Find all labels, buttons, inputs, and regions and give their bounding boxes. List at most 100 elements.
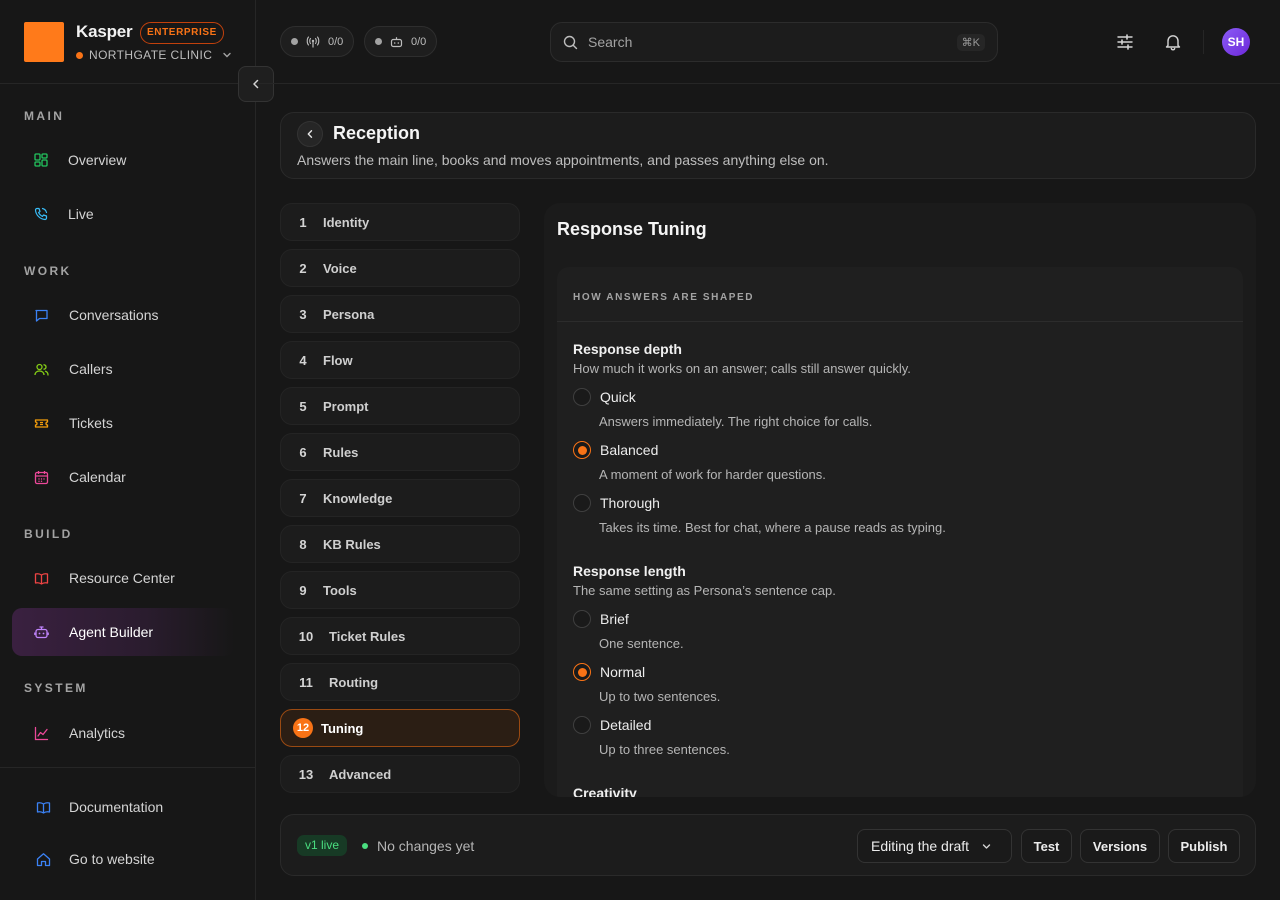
step-advanced[interactable]: 13 Advanced [280, 755, 520, 793]
option-description: One sentence. [599, 636, 684, 651]
step-label: Ticket Rules [329, 628, 406, 644]
brand[interactable]: Kasper ENTERPRISE NORTHGATE CLINIC [24, 22, 244, 62]
step-label: Knowledge [323, 490, 393, 506]
plan-badge: ENTERPRISE [140, 22, 224, 44]
radio-button[interactable] [573, 388, 591, 406]
step-rules[interactable]: 6 Rules [280, 433, 520, 471]
bot-icon [34, 625, 49, 638]
publish-bar: v1 live No changes yet Editing the draft… [280, 814, 1256, 876]
step-number: 7 [299, 490, 307, 506]
chevron-down-icon [223, 52, 232, 58]
collapse-sidebar-button[interactable] [238, 66, 274, 102]
sidebar-item-label: Calendar [69, 469, 126, 485]
versions-button[interactable]: Versions [1080, 829, 1160, 863]
length-option-brief[interactable]: Brief [573, 609, 1173, 629]
step-routing[interactable]: 11 Routing [280, 663, 520, 701]
creativity-title: Creativity [573, 785, 637, 797]
divider [0, 767, 256, 768]
section-main: MAIN [24, 109, 65, 123]
divider [557, 321, 1243, 322]
sliders-icon [1117, 34, 1133, 50]
back-button[interactable] [297, 121, 323, 147]
sidebar-item-conversations[interactable]: Conversations [12, 291, 234, 339]
bot-icon [390, 36, 403, 47]
agents-count: 0/0 [411, 35, 427, 48]
length-option-detailed[interactable]: Detailed [573, 715, 1173, 735]
org-switcher[interactable]: NORTHGATE CLINIC [76, 48, 232, 62]
divider [256, 83, 1280, 84]
edit-mode-value: Editing the draft [871, 838, 970, 854]
option-description: A moment of work for harder questions. [599, 467, 826, 482]
sidebar-item-overview[interactable]: Overview [12, 136, 234, 184]
notifications-button[interactable] [1161, 30, 1185, 54]
option-description: Answers immediately. The right choice fo… [599, 414, 873, 429]
changes-status: No changes yet [377, 838, 475, 854]
option-description: Up to two sentences. [599, 689, 721, 704]
step-tuning[interactable]: 12 Tuning [280, 709, 520, 747]
depth-option-balanced[interactable]: Balanced [573, 440, 1173, 460]
depth-title: Response depth [573, 341, 682, 357]
chevron-left-icon [253, 79, 259, 89]
depth-option-quick[interactable]: Quick [573, 387, 1173, 407]
depth-description: How much it works on an answer; calls st… [573, 361, 911, 376]
documentation-link[interactable]: Documentation [36, 799, 163, 815]
radio-button[interactable] [573, 494, 591, 512]
section-system: SYSTEM [24, 681, 88, 695]
search-shortcut: ⌘K [956, 33, 985, 51]
search-input[interactable] [588, 34, 947, 50]
sidebar: Kasper ENTERPRISE NORTHGATE CLINIC MAIN … [0, 0, 256, 900]
avatar[interactable]: SH [1222, 28, 1250, 56]
sidebar-item-resource-center[interactable]: Resource Center [12, 554, 234, 602]
sidebar-item-tickets[interactable]: Tickets [12, 399, 234, 447]
sidebar-item-analytics[interactable]: Analytics [12, 709, 234, 757]
channels-count: 0/0 [328, 35, 344, 48]
sidebar-item-calendar[interactable]: Calendar [12, 453, 234, 501]
sidebar-item-label: Analytics [69, 725, 126, 741]
step-prompt[interactable]: 5 Prompt [280, 387, 520, 425]
step-persona[interactable]: 3 Persona [280, 295, 520, 333]
depth-option-thorough[interactable]: Thorough [573, 493, 1173, 513]
step-kb-rules[interactable]: 8 KB Rules [280, 525, 520, 563]
length-option-normal[interactable]: Normal [573, 662, 1173, 682]
channels-status[interactable]: 0/0 [280, 26, 355, 57]
step-flow[interactable]: 4 Flow [280, 341, 520, 379]
agents-status[interactable]: 0/0 [364, 26, 438, 57]
calendar-icon [34, 470, 49, 484]
status-dot [375, 38, 382, 45]
filters-button[interactable] [1113, 30, 1137, 54]
step-label: Advanced [329, 766, 392, 782]
radio-button[interactable] [573, 716, 591, 734]
option-label: Balanced [600, 442, 659, 458]
agent-header: Reception Answers the main line, books a… [280, 112, 1256, 179]
website-link[interactable]: Go to website [36, 851, 155, 867]
step-knowledge[interactable]: 7 Knowledge [280, 479, 520, 517]
sidebar-item-label: Tickets [69, 415, 113, 431]
step-tools[interactable]: 9 Tools [280, 571, 520, 609]
sidebar-item-callers[interactable]: Callers [12, 345, 234, 393]
sidebar-item-agent-builder[interactable]: Agent Builder [12, 608, 234, 656]
step-label: Tools [323, 582, 357, 598]
edit-mode-select[interactable]: Editing the draft [857, 829, 1012, 863]
radio-button[interactable] [573, 610, 591, 628]
sidebar-item-label: Overview [68, 152, 127, 168]
step-ticket-rules[interactable]: 10 Ticket Rules [280, 617, 520, 655]
chevron-down-icon [982, 843, 991, 849]
sidebar-item-live[interactable]: Live [12, 190, 234, 238]
radio-button[interactable] [573, 663, 591, 681]
step-voice[interactable]: 2 Voice [280, 249, 520, 287]
publish-button[interactable]: Publish [1168, 829, 1240, 863]
search-bar[interactable]: ⌘K [550, 22, 998, 62]
home-icon [36, 852, 51, 866]
step-label: Prompt [323, 398, 369, 414]
bell-icon [1165, 35, 1181, 51]
tuning-panel: Response Tuning HOW ANSWERS ARE SHAPED R… [544, 203, 1256, 797]
search-icon [563, 35, 578, 49]
step-identity[interactable]: 1 Identity [280, 203, 520, 241]
step-number: 13 [298, 766, 314, 782]
divider [0, 83, 256, 84]
radio-button[interactable] [573, 441, 591, 459]
sidebar-item-label: Conversations [69, 307, 159, 323]
test-button[interactable]: Test [1021, 829, 1072, 863]
answers-card: HOW ANSWERS ARE SHAPED Response depth Ho… [557, 267, 1243, 797]
divider [1203, 30, 1204, 54]
